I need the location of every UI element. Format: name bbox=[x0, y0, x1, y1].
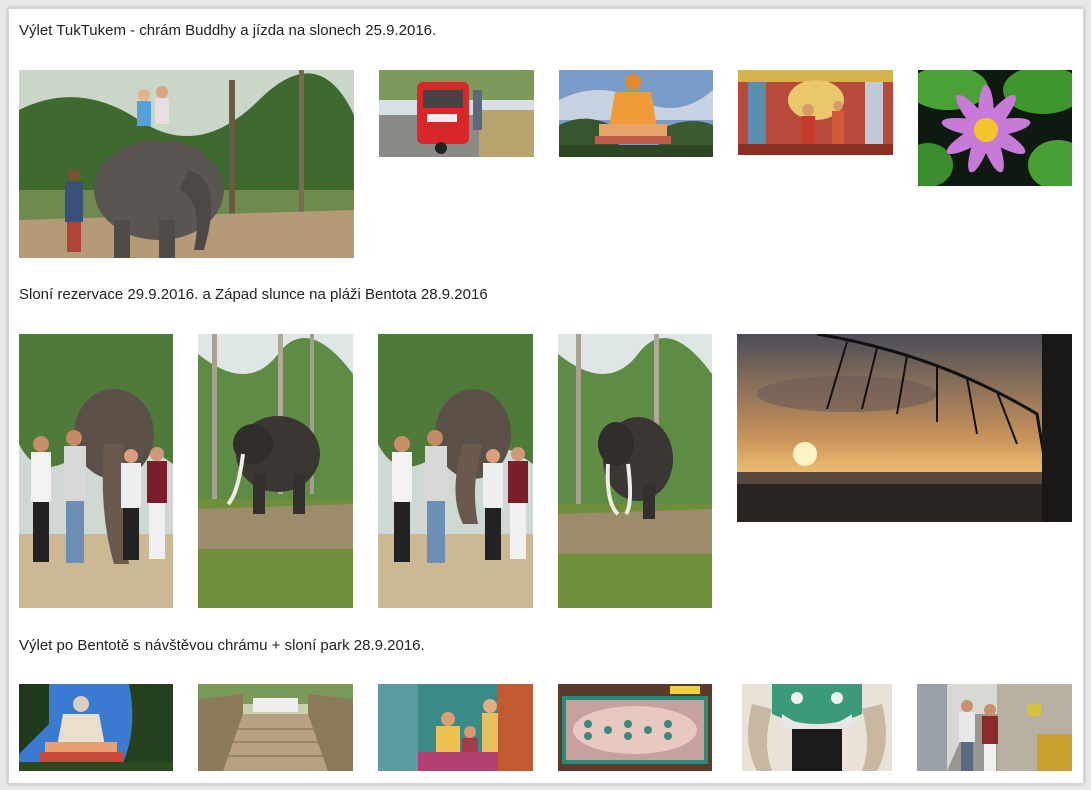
temple-stairs-photo[interactable] bbox=[198, 684, 353, 771]
elephant-ride-photo[interactable] bbox=[19, 70, 354, 258]
buddha-statue-photo[interactable] bbox=[559, 70, 713, 157]
temple-interior-photo[interactable] bbox=[738, 70, 893, 155]
group-with-elephant-photo-2[interactable] bbox=[378, 334, 533, 608]
street-market-photo[interactable] bbox=[917, 684, 1072, 771]
section-title-bentota-trip: Výlet po Bentotě s návštěvou chrámu + sl… bbox=[19, 637, 425, 654]
elephant-tusks-photo[interactable] bbox=[198, 334, 353, 608]
temple-murals-photo[interactable] bbox=[378, 684, 533, 771]
gallery-page: Výlet TukTukem - chrám Buddhy a jízda na… bbox=[8, 8, 1084, 784]
temple-gate-demon-photo[interactable] bbox=[742, 684, 892, 771]
elephant-tusks-photo-2[interactable] bbox=[558, 334, 712, 608]
sunset-beach-photo[interactable] bbox=[737, 334, 1072, 522]
section-title-tuktuk-trip: Výlet TukTukem - chrám Buddhy a jízda na… bbox=[19, 22, 437, 39]
group-with-elephant-photo[interactable] bbox=[19, 334, 173, 608]
buddha-footprint-photo[interactable] bbox=[558, 684, 712, 771]
tuktuk-photo[interactable] bbox=[379, 70, 534, 157]
buddha-statue-photo-2[interactable] bbox=[19, 684, 173, 771]
lotus-flower-photo[interactable] bbox=[918, 70, 1072, 186]
section-title-elephant-reserve: Sloní rezervace 29.9.2016. a Západ slunc… bbox=[19, 286, 488, 303]
